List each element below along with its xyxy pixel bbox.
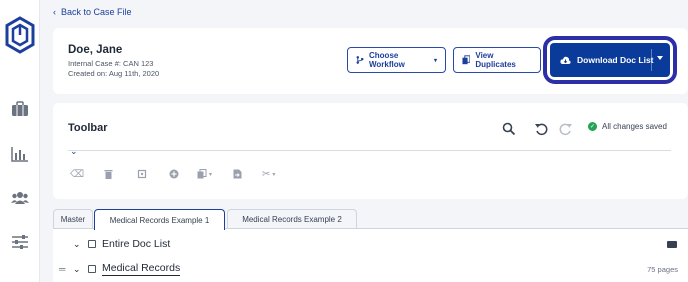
toolbar-divider: [68, 150, 671, 151]
entire-doc-list-label: Entire Doc List: [102, 238, 171, 250]
duplicate-icon: [462, 55, 471, 65]
doc-list-panel: ⌄ Entire Doc List ═ ⌄ Medical Records 75…: [53, 228, 688, 282]
chart-icon[interactable]: [11, 146, 29, 162]
tab-medical-records-example-2[interactable]: Medical Records Example 2: [227, 209, 357, 229]
undo-icon[interactable]: [534, 122, 548, 136]
keyboard-icon[interactable]: [667, 240, 677, 248]
doc-list-root-row: ⌄ Entire Doc List: [53, 232, 688, 256]
toolbar-title: Toolbar: [68, 122, 108, 134]
sliders-icon[interactable]: [11, 234, 29, 250]
folder-label[interactable]: Medical Records: [102, 262, 181, 276]
medical-records-checkbox[interactable]: [88, 265, 96, 273]
chevron-down-icon[interactable]: ⌄: [73, 239, 81, 250]
workflow-icon: [356, 56, 364, 64]
download-doc-list-button[interactable]: Download Doc List: [550, 43, 670, 77]
case-header-card: Doe, Jane Internal Case #: CAN 123 Creat…: [53, 28, 688, 94]
backspace-icon[interactable]: ⌫: [70, 169, 84, 180]
entire-doc-list-checkbox[interactable]: [88, 240, 96, 248]
toolbar-card: Toolbar ✓ All changes saved ⌄ ⌫ ▾ ✂ ▾: [53, 103, 688, 199]
crop-icon[interactable]: [137, 169, 147, 179]
download-dropdown-caret-icon[interactable]: [657, 56, 663, 60]
view-duplicates-button[interactable]: View Duplicates: [453, 47, 541, 73]
back-link-label: Back to Case File: [61, 7, 132, 17]
document-move-icon[interactable]: [233, 169, 242, 179]
chevron-down-icon[interactable]: ⌄: [73, 264, 81, 275]
copy-dropdown-icon[interactable]: ▾: [197, 169, 212, 179]
save-status-label: All changes saved: [602, 122, 667, 131]
chevron-left-icon: ‹: [53, 7, 56, 17]
search-icon[interactable]: [502, 122, 516, 136]
download-doc-list-label: Download Doc List: [577, 55, 654, 65]
back-to-case-file-link[interactable]: ‹ Back to Case File: [53, 7, 132, 17]
save-status: ✓ All changes saved: [588, 122, 667, 131]
tab-medical-records-example-1[interactable]: Medical Records Example 1: [94, 209, 225, 230]
cloud-download-icon: [560, 56, 571, 64]
page-count: 75 pages: [647, 264, 678, 274]
tab-master[interactable]: Master: [53, 209, 93, 229]
check-circle-icon: ✓: [588, 122, 597, 131]
briefcase-icon[interactable]: [11, 101, 29, 117]
drag-handle-icon[interactable]: ═: [59, 264, 65, 274]
chevron-down-icon[interactable]: ⌄: [70, 146, 78, 157]
add-circle-icon[interactable]: [169, 169, 179, 179]
sidebar: [0, 0, 40, 282]
view-duplicates-label: View Duplicates: [475, 51, 516, 69]
app-logo-icon[interactable]: [4, 16, 36, 54]
internal-case-number: Internal Case #: CAN 123: [68, 59, 154, 68]
button-divider: [651, 49, 652, 71]
created-on-date: Created on: Aug 11th, 2020: [68, 69, 160, 78]
users-icon[interactable]: [11, 190, 29, 206]
caret-down-icon: ▾: [433, 57, 437, 64]
trash-icon[interactable]: [104, 169, 113, 179]
list-item: ═ ⌄ Medical Records 75 pages: [53, 257, 688, 281]
scissors-dropdown-icon[interactable]: ✂ ▾: [262, 169, 275, 180]
redo-icon[interactable]: [559, 122, 573, 136]
choose-workflow-button[interactable]: Choose Workflow ▾: [347, 47, 446, 73]
patient-name: Doe, Jane: [68, 44, 123, 56]
choose-workflow-label: Choose Workflow: [369, 51, 405, 69]
